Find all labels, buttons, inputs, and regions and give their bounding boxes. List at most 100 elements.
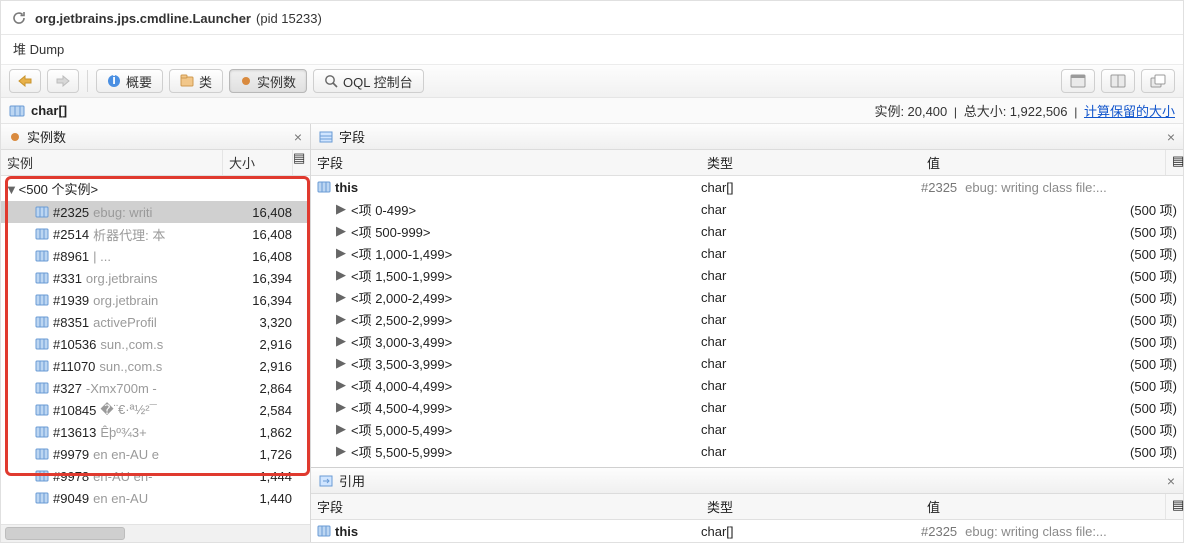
references-pane: 引用 × 字段 类型 值 ▤ this char[] #2325ebug: wr… (311, 467, 1183, 542)
instance-row[interactable]: #2514析器代理: 本16,408 (1, 223, 310, 245)
field-range-row[interactable]: ▶<项 4,000-4,499>char(500 项) (311, 374, 1183, 396)
col-value[interactable]: 值 (921, 494, 1165, 519)
chevron-right-icon: ▶ (335, 267, 347, 283)
fields-icon (319, 131, 333, 143)
classes-button[interactable]: 类 (169, 69, 223, 93)
col-type[interactable]: 类型 (701, 150, 921, 175)
instance-row[interactable]: #10536sun.,com.s2,916 (1, 333, 310, 355)
fields-tab-label: 字段 (339, 127, 365, 146)
close-icon[interactable]: × (1167, 130, 1175, 144)
oql-button[interactable]: OQL 控制台 (313, 69, 424, 93)
references-tab[interactable]: 引用 × (311, 468, 1183, 494)
chevron-right-icon: ▶ (335, 443, 347, 459)
chevron-right-icon: ▶ (335, 399, 347, 415)
instance-row[interactable]: #8351activeProfil3,320 (1, 311, 310, 333)
class-name: char[] (31, 103, 67, 118)
chevron-right-icon: ▶ (335, 201, 347, 217)
instance-row[interactable]: #10845�¨€·ª½²¯2,584 (1, 399, 310, 421)
col-menu[interactable]: ▤ (1165, 494, 1183, 519)
svg-text:i: i (112, 74, 116, 87)
col-instance[interactable]: 实例 (1, 150, 222, 175)
close-icon[interactable]: × (294, 130, 302, 144)
titlebar: org.jetbrains.jps.cmdline.Launcher (pid … (1, 1, 1183, 35)
back-button[interactable] (9, 69, 41, 93)
arrow-left-icon (18, 75, 32, 87)
refresh-icon (11, 10, 27, 26)
chevron-right-icon: ▶ (335, 311, 347, 327)
field-range-row[interactable]: ▶<项 0-499>char(500 项) (311, 198, 1183, 220)
chevron-right-icon: ▶ (335, 421, 347, 437)
refs-columns: 字段 类型 值 ▤ (311, 494, 1183, 520)
instances-pane: 实例数 × 实例 大小 ▤ ▼ <500 个实例> #2325ebug: wri… (1, 124, 311, 542)
fields-list[interactable]: this char[] #2325ebug: writing class fil… (311, 176, 1183, 467)
field-range-row[interactable]: ▶<项 4,500-4,999>char(500 项) (311, 396, 1183, 418)
instance-row[interactable]: #2325ebug: writi16,408 (1, 201, 310, 223)
field-range-row[interactable]: ▶<项 500-999>char(500 项) (311, 220, 1183, 242)
field-range-row[interactable]: ▶<项 1,500-1,999>char(500 项) (311, 264, 1183, 286)
instance-group[interactable]: ▼ <500 个实例> (1, 176, 310, 201)
window-icon (1070, 74, 1086, 88)
col-type[interactable]: 类型 (701, 494, 921, 519)
ref-this[interactable]: this char[] #2325ebug: writing class fil… (311, 520, 1183, 542)
arrow-right-icon (56, 75, 70, 87)
col-menu[interactable]: ▤ (1165, 150, 1183, 175)
chevron-right-icon: ▶ (335, 377, 347, 393)
instances-button[interactable]: 实例数 (229, 69, 307, 93)
references-tab-label: 引用 (339, 471, 365, 490)
col-field[interactable]: 字段 (311, 494, 701, 519)
instances-columns: 实例 大小 ▤ (1, 150, 310, 176)
tool-1-button[interactable] (1061, 69, 1095, 93)
field-range-row[interactable]: ▶<项 1,000-1,499>char(500 项) (311, 242, 1183, 264)
field-range-row[interactable]: ▶<项 2,000-2,499>char(500 项) (311, 286, 1183, 308)
bullet-icon (9, 131, 21, 143)
fields-tab[interactable]: 字段 × (311, 124, 1183, 150)
context-row: char[] 实例: 20,400 | 总大小: 1,922,506 | 计算保… (1, 98, 1183, 124)
retained-size-link[interactable]: 计算保留的大小 (1084, 104, 1175, 119)
instance-row[interactable]: #327-Xmx700m -2,864 (1, 377, 310, 399)
main-toolbar: i 概要 类 实例数 OQL 控制台 (1, 65, 1183, 98)
chevron-right-icon: ▶ (335, 355, 347, 371)
class-icon (180, 74, 194, 88)
field-this[interactable]: this char[] #2325ebug: writing class fil… (311, 176, 1183, 198)
chevron-down-icon: ▼ (5, 182, 15, 197)
instances-tab-label: 实例数 (27, 127, 66, 146)
overview-button[interactable]: i 概要 (96, 69, 163, 93)
field-range-row[interactable]: ▶<项 3,000-3,499>char(500 项) (311, 330, 1183, 352)
chevron-right-icon: ▶ (335, 223, 347, 239)
oql-icon (324, 74, 338, 88)
field-range-row[interactable]: ▶<项 5,500-5,999>char(500 项) (311, 440, 1183, 462)
references-icon (319, 475, 333, 487)
fields-columns: 字段 类型 值 ▤ (311, 150, 1183, 176)
instance-row[interactable]: #11070sun.,com.s2,916 (1, 355, 310, 377)
close-icon[interactable]: × (1167, 474, 1175, 488)
instance-row[interactable]: #1939org.jetbrain16,394 (1, 289, 310, 311)
field-range-row[interactable]: ▶<项 3,500-3,999>char(500 项) (311, 352, 1183, 374)
field-range-row[interactable]: ▶<项 5,000-5,499>char(500 项) (311, 418, 1183, 440)
chevron-right-icon: ▶ (335, 333, 347, 349)
instance-row[interactable]: #13613Êþº¾3+1,862 (1, 421, 310, 443)
field-range-row[interactable]: ▶<项 2,500-2,999>char(500 项) (311, 308, 1183, 330)
instances-tab[interactable]: 实例数 × (1, 124, 310, 150)
chevron-right-icon: ▶ (335, 289, 347, 305)
instance-row[interactable]: #9978en-AU en-1,444 (1, 465, 310, 487)
chevron-right-icon: ▶ (335, 245, 347, 261)
forward-button[interactable] (47, 69, 79, 93)
array-icon (317, 181, 331, 193)
col-size[interactable]: 大小 (222, 150, 292, 175)
tool-2-button[interactable] (1101, 69, 1135, 93)
h-scrollbar[interactable] (1, 524, 310, 542)
instance-row[interactable]: #331org.jetbrains16,394 (1, 267, 310, 289)
instance-row[interactable]: #9979en en-AU e1,726 (1, 443, 310, 465)
summary-stats: 实例: 20,400 | 总大小: 1,922,506 | 计算保留的大小 (875, 101, 1175, 120)
window-title: org.jetbrains.jps.cmdline.Launcher (pid … (35, 7, 322, 28)
tool-3-button[interactable] (1141, 69, 1175, 93)
array-icon (9, 104, 25, 118)
array-icon (317, 525, 331, 537)
instance-row[interactable]: #9049en en-AU1,440 (1, 487, 310, 509)
instance-row[interactable]: #8961 | ...16,408 (1, 245, 310, 267)
instances-list[interactable]: ▼ <500 个实例> #2325ebug: writi16,408#2514析… (1, 176, 310, 524)
col-menu[interactable]: ▤ (292, 150, 310, 175)
heap-dump-label: 堆 Dump (1, 35, 1183, 65)
col-value[interactable]: 值 (921, 150, 1165, 175)
col-field[interactable]: 字段 (311, 150, 701, 175)
